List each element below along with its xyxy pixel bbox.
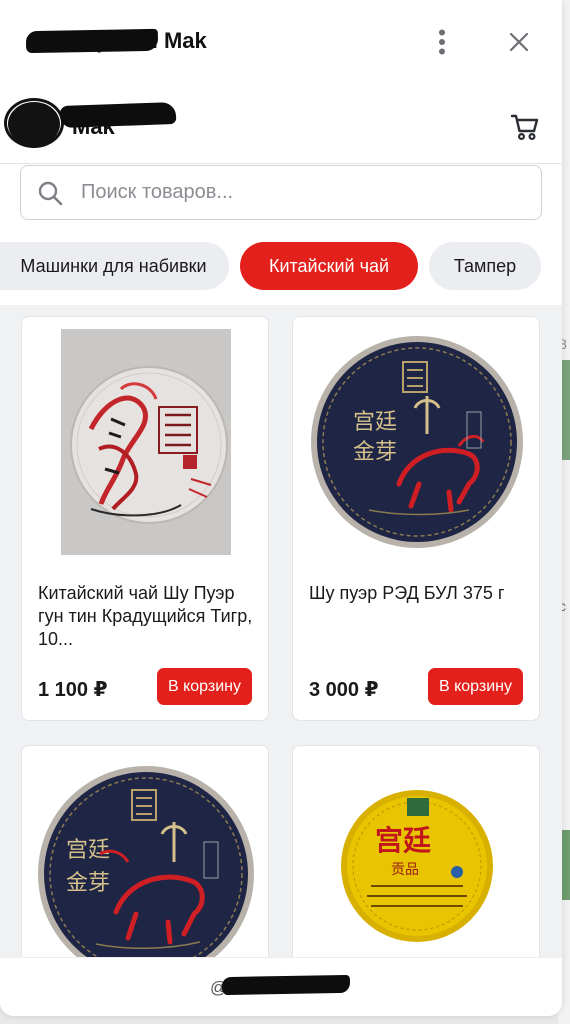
product-title: Шу пуэр РЭД БУЛ 375 г	[309, 583, 505, 603]
widget-footer: @bot	[0, 957, 562, 1016]
redaction-mark	[59, 101, 177, 129]
cart-icon	[510, 114, 539, 141]
tea-cake-tiger-image	[61, 329, 231, 555]
chip-label: Тампер	[453, 255, 517, 276]
cart-button[interactable]	[508, 110, 542, 144]
svg-text:金芽: 金芽	[353, 440, 397, 465]
search-input[interactable]	[81, 166, 521, 218]
widget-topbar: Мастерская Mak	[0, 0, 562, 84]
shop-widget-panel: Мастерская Mak Mak	[0, 0, 562, 1016]
product-image: 宫廷 金芽	[293, 317, 539, 567]
redaction-mark	[221, 974, 351, 996]
tea-cake-red-bull-image: 宫廷 金芽	[311, 336, 523, 548]
product-image	[22, 317, 268, 567]
product-price: 1 100 ₽	[38, 679, 108, 701]
product-card[interactable]: 宫廷 金芽	[21, 745, 269, 957]
tea-cake-red-bull-image: 宫廷 金芽	[38, 766, 254, 957]
shop-avatar	[8, 102, 60, 146]
category-chips: Машинки для набивки Китайский чай Тампер	[0, 242, 562, 290]
product-price: 3 000 ₽	[309, 679, 379, 701]
chip-tamper[interactable]: Тампер	[429, 242, 541, 290]
product-card[interactable]: 宫廷 金芽 Шу пуэр РЭД БУЛ 375 г 3 000 ₽ В ко…	[292, 316, 540, 721]
chip-label: Китайский чай	[268, 255, 390, 276]
chip-chinese-tea[interactable]: Китайский чай	[240, 242, 418, 290]
close-icon	[509, 32, 529, 52]
more-vertical-icon	[439, 29, 445, 55]
redaction-mark	[25, 28, 159, 54]
close-button[interactable]	[505, 28, 533, 56]
add-to-cart-button[interactable]: В корзину	[156, 668, 252, 705]
svg-text:宫廷: 宫廷	[353, 410, 397, 435]
product-card[interactable]: 宫廷 贡品	[292, 745, 540, 957]
add-to-cart-button[interactable]: В корзину	[427, 668, 523, 705]
shop-header: Mak	[0, 84, 562, 164]
search-box[interactable]	[20, 165, 542, 220]
svg-text:金芽: 金芽	[66, 871, 110, 896]
product-image: 宫廷 贡品	[293, 746, 539, 957]
product-grid: Китайский чай Шу Пуэр гун тин Крадущийся…	[0, 305, 562, 957]
product-card[interactable]: Китайский чай Шу Пуэр гун тин Крадущийся…	[21, 316, 269, 721]
svg-text:宫廷: 宫廷	[66, 838, 110, 863]
chip-label: Машинки для набивки	[20, 255, 207, 276]
svg-text:宫廷: 宫廷	[375, 824, 431, 857]
svg-text:贡品: 贡品	[391, 862, 419, 878]
search-icon	[38, 181, 63, 206]
more-options-button[interactable]	[428, 28, 456, 56]
chip-machines[interactable]: Машинки для набивки	[0, 242, 229, 290]
tea-cake-gold-image: 宫廷 贡品	[341, 790, 493, 942]
product-title: Китайский чай Шу Пуэр гун тин Крадущийся…	[38, 583, 253, 649]
product-image: 宫廷 金芽	[22, 746, 268, 957]
